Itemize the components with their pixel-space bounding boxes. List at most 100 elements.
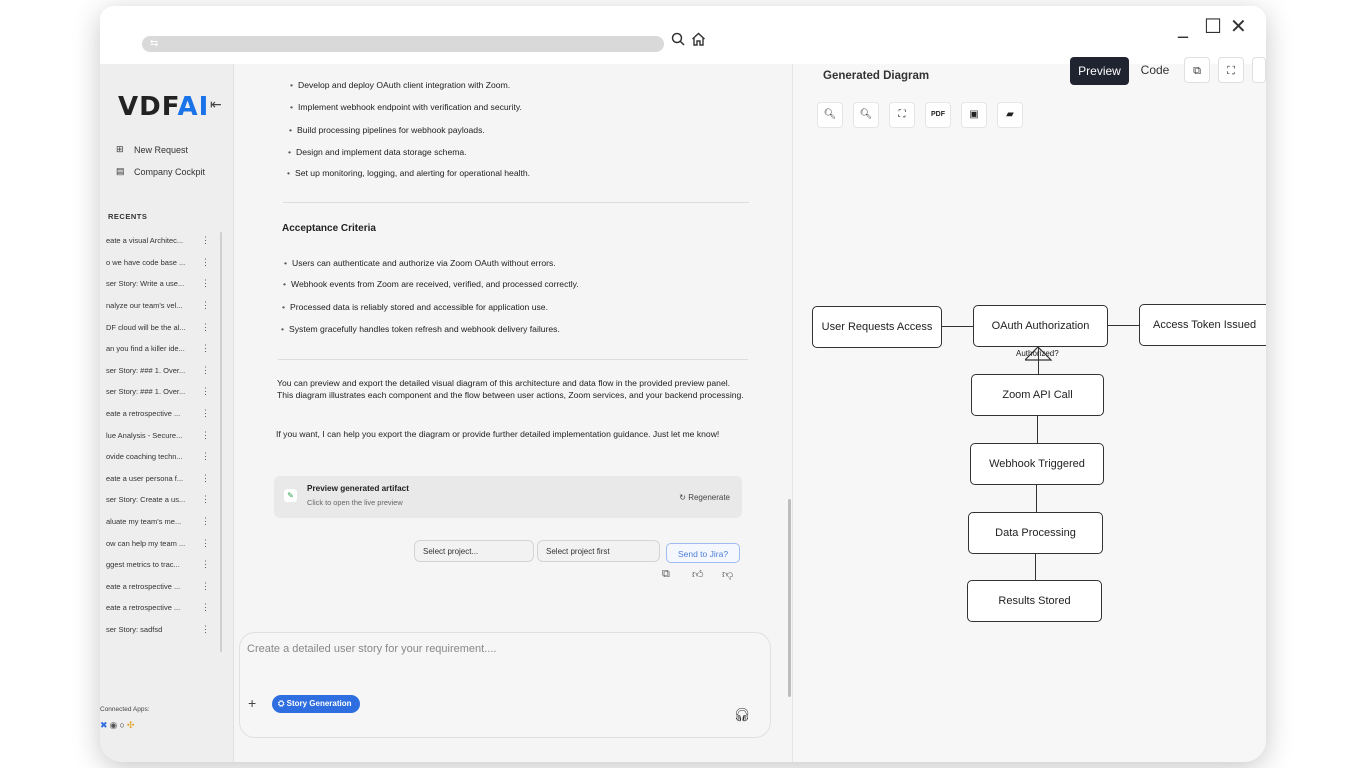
message-composer[interactable]: Create a detailed user story for your re… [239,632,771,738]
github-icon[interactable]: ○ [119,720,126,730]
more-options-icon[interactable]: ⋮ [201,386,210,397]
more-options-icon[interactable]: ⋮ [201,300,210,311]
address-bar[interactable]: ⇆ [142,36,664,52]
more-options-icon[interactable]: ⋮ [201,278,210,289]
recent-item[interactable]: DF cloud will be the al... ⋮ [100,316,224,338]
more-options-icon[interactable]: ⋮ [201,235,210,246]
regenerate-button[interactable]: ↻ Regenerate [679,493,730,502]
sidebar: VDFAI ⇤ ⊞ New Request ▤ Company Cockpit … [100,64,234,762]
chat-scrollbar[interactable] [788,499,791,697]
search-icon[interactable] [671,32,685,51]
more-options-icon[interactable]: ⋮ [201,602,210,613]
diagram-node-results-stored[interactable]: Results Stored [967,580,1102,622]
add-attachment-icon[interactable]: + [248,695,256,711]
headset-icon[interactable]: 🎧︎ [733,707,750,723]
more-options-icon[interactable]: ⋮ [201,581,210,592]
more-options-icon[interactable]: ⋮ [201,322,210,333]
recent-item-label: nalyze our team's vel... [106,301,183,311]
diagram-node-oauth[interactable]: OAuth Authorization [973,305,1108,347]
thumbs-up-icon[interactable]: 👍︎ [692,568,704,581]
select-issue-dropdown[interactable]: Select project first [537,540,660,562]
recent-item[interactable]: ser Story: ### 1. Over... ⋮ [100,360,224,382]
recent-item-label: ovide coaching techn... [106,452,183,462]
tab-preview[interactable]: Preview [1070,57,1129,85]
chat-app-icon[interactable]: ◉ [110,720,120,730]
diagram-node-user-requests[interactable]: User Requests Access [812,306,942,348]
recent-item-label: eate a retrospective ... [106,603,181,613]
recent-item[interactable]: lue Analysis - Secure... ⋮ [100,424,224,446]
close-button[interactable]: ✕ [1230,14,1247,38]
zoom-out-icon[interactable]: 🔍︎ [817,102,843,128]
recent-item[interactable]: ser Story: Write a use... ⋮ [100,273,224,295]
maximize-button[interactable]: ☐ [1204,14,1222,38]
select-project-dropdown[interactable]: Select project... [414,540,534,562]
recent-item-label: eate a visual Architec... [106,236,184,246]
diagram-node-webhook[interactable]: Webhook Triggered [970,443,1104,485]
more-icon[interactable] [1252,57,1266,83]
recent-item-label: DF cloud will be the al... [106,322,186,332]
comment-icon[interactable]: ▰ [997,102,1023,128]
artifact-card[interactable]: ✎ Preview generated artifact Click to op… [274,476,742,518]
slack-icon[interactable]: ✣ [127,720,137,730]
recent-item[interactable]: aluate my team's me... ⋮ [100,511,224,533]
recent-item-label: ser Story: Create a us... [106,495,186,505]
recent-item[interactable]: ser Story: Create a us... ⋮ [100,489,224,511]
recent-item[interactable]: ser Story: ### 1. Over... ⋮ [100,381,224,403]
site-settings-icon[interactable]: ⇆ [150,38,158,49]
more-options-icon[interactable]: ⋮ [201,559,210,570]
nav-new-request-label: New Request [134,144,189,155]
minimize-button[interactable]: _ [1178,14,1188,38]
recent-item[interactable]: an you find a killer ide... ⋮ [100,338,224,360]
fit-screen-icon[interactable]: ⛶ [889,102,915,128]
more-options-icon[interactable]: ⋮ [201,538,210,549]
more-options-icon[interactable]: ⋮ [201,494,210,505]
recent-item[interactable]: eate a retrospective ... ⋮ [100,576,224,598]
recent-item[interactable]: eate a retrospective ... ⋮ [100,403,224,425]
send-to-jira-button[interactable]: Send to Jira? [666,543,740,563]
home-icon[interactable] [691,32,706,51]
nav-company-cockpit[interactable]: ▤ Company Cockpit [116,166,205,177]
recent-item[interactable]: ggest metrics to trac... ⋮ [100,554,224,576]
more-options-icon[interactable]: ⋮ [201,624,210,635]
list-item: Implement webhook endpoint with verifica… [290,102,522,112]
recent-item[interactable]: eate a retrospective ... ⋮ [100,597,224,619]
more-options-icon[interactable]: ⋮ [201,473,210,484]
recent-item[interactable]: ovide coaching techn... ⋮ [100,446,224,468]
recents-list: eate a visual Architec... ⋮ o we have cod… [100,230,224,640]
more-options-icon[interactable]: ⋮ [201,451,210,462]
recent-item[interactable]: ow can help my team ... ⋮ [100,532,224,554]
export-image-icon[interactable]: ▣ [961,102,987,128]
list-item: Design and implement data storage schema… [288,147,467,157]
story-generation-chip[interactable]: ⛭ Story Generation [272,695,360,713]
more-options-icon[interactable]: ⋮ [201,430,210,441]
recent-item[interactable]: eate a user persona f... ⋮ [100,468,224,490]
more-options-icon[interactable]: ⋮ [201,516,210,527]
new-request-icon: ⊞ [116,144,124,154]
export-pdf-icon[interactable]: PDF [925,102,951,128]
fullscreen-icon[interactable]: ⛶ [1218,57,1244,83]
diagram-node-zoom-api[interactable]: Zoom API Call [971,374,1104,416]
recent-item[interactable]: ser Story: sadfsd ⋮ [100,619,224,641]
recent-item[interactable]: nalyze our team's vel... ⋮ [100,295,224,317]
zoom-in-icon[interactable]: 🔍︎ [853,102,879,128]
more-options-icon[interactable]: ⋮ [201,408,210,419]
copy-icon[interactable]: ⧉ [1184,57,1210,83]
recent-item[interactable]: o we have code base ... ⋮ [100,252,224,274]
thumbs-down-icon[interactable]: 👎︎ [722,568,733,581]
diagram-node-data-processing[interactable]: Data Processing [968,512,1103,554]
tab-code[interactable]: Code [1133,57,1177,83]
list-item: Processed data is reliably stored and ac… [282,302,548,312]
more-options-icon[interactable]: ⋮ [201,343,210,354]
message-input[interactable]: Create a detailed user story for your re… [247,643,496,655]
nav-new-request[interactable]: ⊞ New Request [116,144,188,155]
copy-icon[interactable]: ⧉ [662,568,670,581]
sidebar-scrollbar[interactable] [220,232,222,652]
recent-item-label: ser Story: ### 1. Over... [106,365,186,375]
recent-item[interactable]: eate a visual Architec... ⋮ [100,230,224,252]
diagram-node-token[interactable]: Access Token Issued [1139,304,1266,346]
more-options-icon[interactable]: ⋮ [201,257,210,268]
app-window: ⇆ _ ☐ ✕ VDFAI ⇤ ⊞ New Request ▤ Company … [100,6,1266,762]
more-options-icon[interactable]: ⋮ [201,365,210,376]
jira-icon[interactable]: ✖ [100,720,110,730]
collapse-sidebar-icon[interactable]: ⇤ [210,96,222,113]
